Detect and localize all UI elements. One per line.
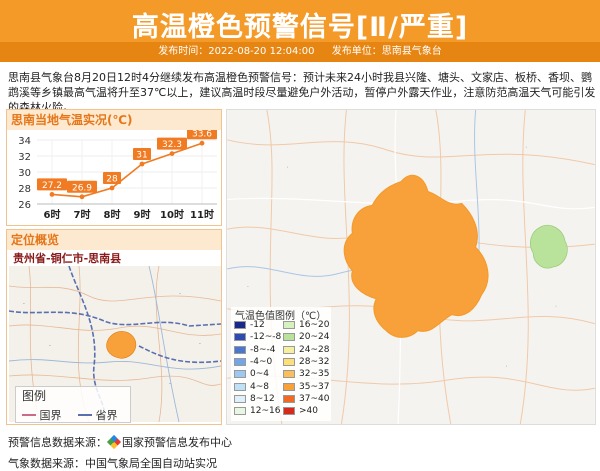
data-label: 31 [136, 151, 147, 161]
data-label: 27.2 [42, 181, 62, 191]
data-point [139, 161, 145, 167]
legend-label-province: 省界 [95, 409, 118, 422]
header-meta: 发布时间：2022-08-20 12:04:00 发布单位：思南县气象台 [0, 42, 600, 62]
x-tick-label: 11时 [190, 208, 214, 221]
footer-weather-source: 气象数据来源：中国气象局全国自动站实况 [8, 457, 217, 470]
footer-source-name: 国家预警信息发布中心 [122, 436, 232, 449]
scale-label: -12 [250, 320, 265, 330]
legend-item-national-border: 国界 [22, 407, 62, 423]
data-point [199, 140, 205, 146]
scale-swatch [234, 382, 246, 391]
page-title: 高温橙色预警信号[Ⅱ/严重] [131, 12, 469, 43]
scale-label: -4~0 [250, 356, 273, 367]
data-label: 32.3 [162, 140, 182, 150]
scale-label: 8~12 [250, 393, 275, 404]
scale-swatch [234, 357, 246, 366]
scale-swatch [283, 382, 295, 391]
scale-swatch [234, 394, 246, 403]
scale-swatch [234, 321, 246, 329]
national-border-swatch [22, 414, 36, 416]
location-overview-panel: 定位概览 贵州省-铜仁市-思南县 ··· ··· 图例 国界 [6, 229, 222, 425]
scale-label: 24~28 [299, 344, 330, 355]
scale-label: -8~-4 [250, 344, 276, 355]
warning-center-logo-icon [106, 434, 122, 450]
svg-text:·: · [23, 301, 25, 308]
scale-label: 37~40 [299, 393, 330, 404]
scale-swatch [234, 407, 246, 416]
location-name: 贵州省-铜仁市-思南县 [13, 252, 122, 265]
y-tick-label: 32 [18, 152, 31, 163]
scale-label: 0~4 [250, 369, 269, 380]
svg-text:·: · [49, 343, 51, 350]
data-point [79, 194, 85, 200]
scale-label: 16~20 [299, 320, 330, 330]
x-tick-label: 8时 [104, 208, 121, 221]
footer-source-label: 预警信息数据来源： [8, 436, 107, 449]
svg-text:·: · [287, 165, 289, 172]
legend-label-national: 国界 [39, 409, 62, 422]
svg-text:·: · [505, 363, 507, 370]
y-tick-label: 26 [18, 200, 31, 211]
scale-label: >40 [299, 406, 318, 417]
location-panel-title: 定位概览 [7, 230, 221, 250]
x-tick-label: 7时 [74, 208, 91, 221]
data-label: 33.6 [192, 130, 212, 140]
scale-swatch [283, 407, 295, 416]
scale-swatch [234, 370, 246, 379]
x-tick-label: 10时 [160, 208, 184, 221]
scale-swatch [283, 321, 295, 329]
scale-label: 4~8 [250, 381, 269, 392]
scale-label: 20~24 [299, 332, 330, 343]
scale-label: 35~37 [299, 381, 330, 392]
publisher: 发布单位：思南县气象台 [331, 46, 442, 57]
svg-text:·: · [169, 381, 171, 388]
svg-text:·: · [199, 341, 201, 348]
data-point [49, 192, 55, 197]
y-tick-label: 28 [18, 184, 31, 195]
x-tick-label: 9时 [134, 208, 151, 221]
map-legend: 图例 国界 省界 [15, 386, 131, 423]
scale-swatch [234, 345, 246, 354]
scale-swatch [283, 394, 295, 403]
scale-label: 32~35 [299, 369, 330, 380]
scale-swatch [283, 345, 295, 354]
scale-swatch [283, 333, 295, 342]
legend-title: 图例 [22, 389, 47, 403]
temperature-chart-panel: 思南当地气温实况(℃) 34 32 30 28 26 27.2 6时 26.9 7时 28 8时 31… [6, 109, 222, 226]
scale-swatch [234, 333, 246, 342]
chart-panel-title: 思南当地气温实况(℃) [7, 110, 221, 130]
warning-header: 高温橙色预警信号[Ⅱ/严重] 发布时间：2022-08-20 12:04:00 … [0, 0, 600, 62]
x-tick-label: 6时 [44, 208, 61, 221]
y-tick-label: 34 [18, 136, 31, 147]
scale-label: 28~32 [299, 356, 330, 367]
scale-label: -12~-8 [250, 332, 282, 343]
province-border-swatch [78, 414, 92, 416]
svg-text:·: · [555, 304, 557, 311]
data-point [169, 151, 175, 156]
scale-swatch [283, 370, 295, 379]
data-label: 26.9 [72, 183, 92, 193]
data-label: 28 [106, 175, 118, 185]
svg-text:·: · [525, 145, 527, 152]
svg-text:·: · [247, 284, 249, 291]
footer-warning-source: 预警信息数据来源： 国家预警信息发布中心 [8, 434, 232, 450]
data-point [109, 185, 115, 191]
scale-swatch [283, 357, 295, 366]
y-tick-label: 30 [18, 168, 31, 179]
temperature-line-chart: 34 32 30 28 26 27.2 6时 26.9 7时 28 8时 31 9时 32.3 10时 33.… [18, 130, 217, 221]
legend-item-province-border: 省界 [78, 407, 118, 423]
temperature-color-scale: 气温色值图例（℃） -12 -12~-8 -8~-4 -4~0 0~4 4~8 8~12 12… [231, 307, 331, 421]
publish-time: 发布时间：2022-08-20 12:04:00 [158, 46, 315, 57]
sinan-county-marker [106, 331, 137, 359]
scale-label: 12~16 [250, 406, 281, 417]
svg-text:·: · [179, 291, 181, 298]
